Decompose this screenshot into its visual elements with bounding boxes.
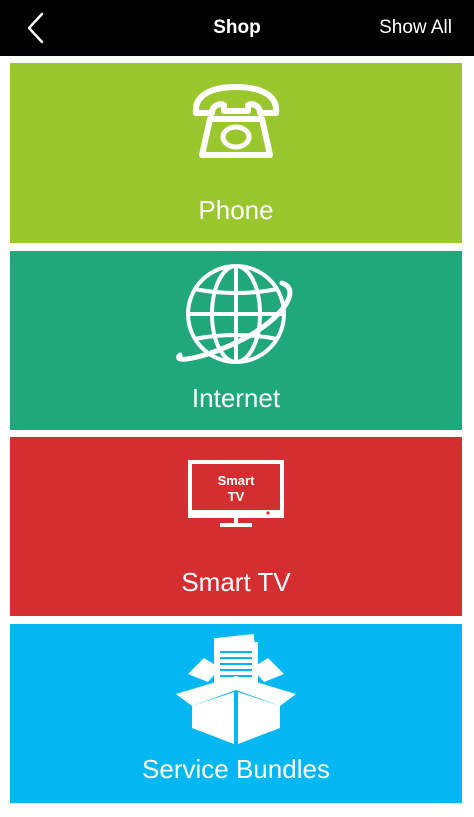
show-all-button[interactable]: Show All (379, 0, 452, 56)
telephone-icon (10, 83, 462, 163)
tile-label: Smart TV (181, 567, 291, 597)
tv-icon-text-tv: TV (228, 489, 245, 504)
tile-internet[interactable]: Internet (10, 251, 462, 430)
tile-label: Internet (191, 383, 281, 413)
tile-service-bundles[interactable]: Service Bundles (10, 624, 462, 803)
smart-tv-icon: Smart TV (10, 459, 462, 529)
tile-label: Phone (198, 195, 274, 225)
back-button[interactable] (22, 10, 52, 46)
tile-smart-tv[interactable]: Smart TV Smart TV (10, 437, 462, 616)
chevron-left-icon (27, 12, 44, 44)
globe-icon (10, 261, 462, 367)
tile-label: Service Bundles (142, 754, 330, 784)
open-box-icon (10, 628, 462, 746)
tv-icon-text-smart: Smart (218, 473, 256, 488)
tile-phone[interactable]: Phone (10, 63, 462, 243)
navigation-bar: Shop Show All (0, 0, 474, 56)
